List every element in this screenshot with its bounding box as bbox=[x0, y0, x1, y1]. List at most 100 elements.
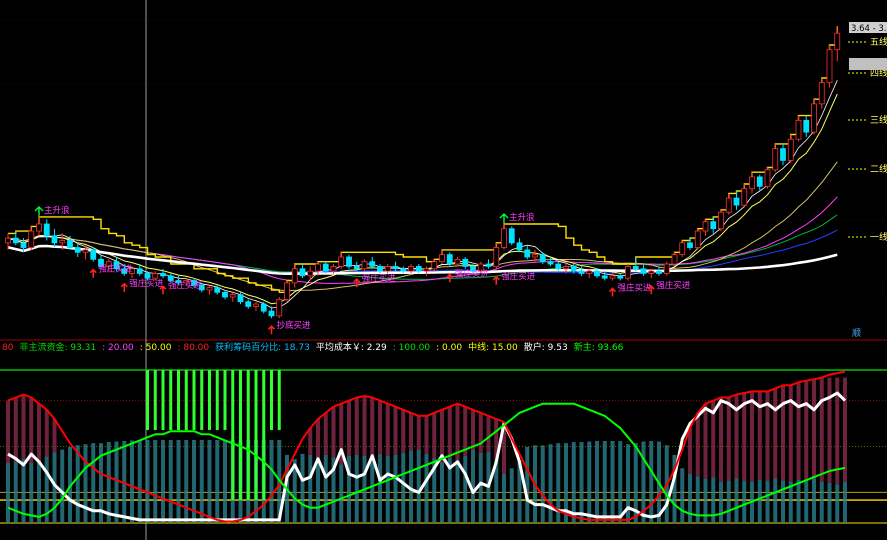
cyan-bar bbox=[618, 440, 623, 523]
pink-bar bbox=[478, 412, 483, 453]
candle-body bbox=[694, 230, 701, 248]
green-bar bbox=[208, 370, 211, 430]
candle-body bbox=[687, 242, 693, 248]
pink-bar bbox=[447, 406, 452, 459]
candle-body bbox=[284, 282, 290, 300]
cyan-bar bbox=[184, 439, 189, 523]
pink-bar bbox=[703, 403, 708, 480]
cyan-bar bbox=[781, 480, 785, 523]
cyan-bar bbox=[587, 441, 592, 523]
candle-body bbox=[43, 223, 50, 237]
candle-body bbox=[408, 265, 414, 272]
legend-item: 获利筹码百分比: 18.73 bbox=[215, 341, 310, 353]
green-bar bbox=[262, 370, 266, 500]
cyan-bar bbox=[29, 462, 34, 523]
candle-body bbox=[725, 197, 732, 213]
candle-body bbox=[594, 270, 600, 277]
candle-body bbox=[67, 240, 73, 248]
cyan-bar bbox=[463, 455, 468, 523]
candle-body bbox=[710, 221, 717, 230]
cyan-bar bbox=[509, 468, 514, 523]
green-bar bbox=[239, 370, 242, 500]
cyan-bar bbox=[819, 481, 824, 523]
candle-body bbox=[625, 265, 631, 279]
candle-body bbox=[384, 265, 391, 272]
legend-item: 80 bbox=[2, 343, 14, 353]
candle-body bbox=[795, 119, 802, 140]
cyan-bar bbox=[137, 439, 142, 523]
candle-body bbox=[826, 49, 833, 84]
pink-bar bbox=[773, 388, 778, 479]
cyan-bar bbox=[812, 478, 816, 523]
pink-bar bbox=[370, 397, 375, 463]
candle-body bbox=[74, 247, 81, 253]
candle-body bbox=[756, 176, 763, 187]
cyan-bar bbox=[742, 480, 747, 523]
pink-bar bbox=[354, 397, 359, 455]
candle-body bbox=[214, 287, 221, 293]
candle-body bbox=[36, 223, 42, 232]
candle-body bbox=[462, 258, 469, 267]
corner-tag: 顺 bbox=[852, 328, 861, 339]
legend-item: : 80.00 bbox=[177, 343, 209, 353]
legend-item: 中线: 15.00 bbox=[468, 341, 518, 353]
candle-body bbox=[400, 268, 407, 272]
candle-body bbox=[818, 82, 825, 105]
cyan-bar bbox=[323, 454, 328, 523]
candle-body bbox=[524, 249, 531, 258]
cyan-bar bbox=[478, 452, 483, 523]
green-bar bbox=[254, 370, 258, 500]
candle-body bbox=[20, 242, 27, 248]
candle-body bbox=[632, 265, 639, 270]
pink-bar bbox=[486, 415, 491, 452]
candle-body bbox=[671, 254, 678, 265]
cyan-bar bbox=[455, 460, 460, 523]
cyan-bar bbox=[393, 454, 398, 523]
signal-label: 强庄买进 bbox=[501, 271, 536, 282]
candle-body bbox=[811, 103, 817, 133]
candle-body bbox=[454, 258, 461, 265]
right-tag: 五线 bbox=[870, 36, 887, 48]
pink-bar bbox=[416, 415, 421, 450]
candle-body bbox=[229, 294, 236, 298]
cyan-bar bbox=[688, 473, 692, 523]
candle-body bbox=[152, 273, 159, 279]
cyan-bar bbox=[835, 484, 840, 523]
green-bar bbox=[161, 370, 165, 430]
cyan-bar bbox=[161, 439, 165, 523]
candle-body bbox=[315, 263, 321, 272]
pink-bar bbox=[323, 412, 328, 455]
pink-bar bbox=[13, 397, 18, 462]
candle-body bbox=[423, 268, 430, 272]
candle-body bbox=[586, 270, 593, 274]
candle-body bbox=[276, 298, 283, 317]
cyan-bar bbox=[308, 454, 313, 523]
cyan-bar bbox=[114, 441, 119, 523]
cyan-bar bbox=[75, 445, 80, 523]
candle-body bbox=[206, 287, 213, 291]
signal-label: 强庄买进 bbox=[362, 273, 397, 284]
cyan-bar bbox=[827, 482, 832, 523]
signal-label: 强庄买进 bbox=[98, 264, 133, 275]
cyan-bar bbox=[680, 468, 685, 523]
pink-bar bbox=[316, 418, 320, 462]
cyan-bar bbox=[223, 439, 227, 523]
right-tag: 二线 bbox=[870, 163, 887, 175]
candle-body bbox=[563, 265, 569, 270]
candle-body bbox=[539, 254, 546, 263]
pink-bar bbox=[719, 397, 723, 482]
cyan-bar bbox=[354, 454, 359, 523]
legend-item: 非主流资金: 93.31 bbox=[19, 341, 96, 353]
cyan-bar bbox=[765, 480, 770, 523]
price-marker bbox=[849, 58, 887, 70]
pink-bar bbox=[796, 382, 801, 480]
cyan-bar bbox=[548, 444, 553, 523]
candle-body bbox=[5, 237, 11, 244]
candle-body bbox=[656, 270, 662, 274]
pink-bar bbox=[385, 403, 390, 456]
legend-item: 新主: 93.66 bbox=[574, 341, 624, 353]
pink-bar bbox=[37, 403, 41, 461]
cyan-bar bbox=[6, 462, 10, 523]
cyan-bar bbox=[595, 440, 599, 523]
candle-body bbox=[501, 228, 507, 248]
